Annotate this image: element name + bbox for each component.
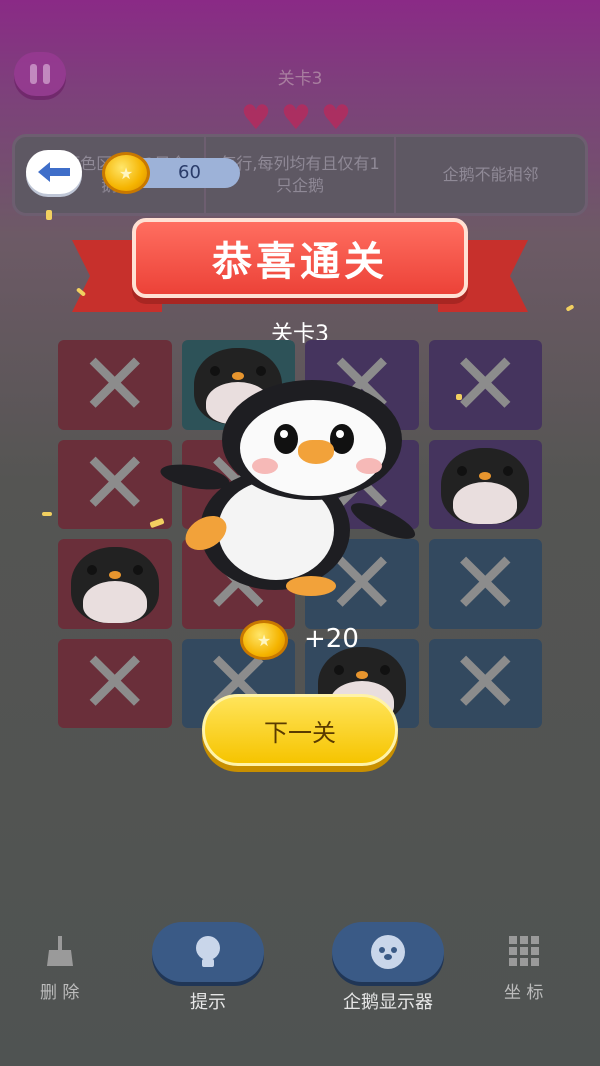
cross-mark-icon: ✕ — [78, 340, 151, 430]
reward-amount: +20 — [304, 624, 359, 654]
confetti — [456, 394, 462, 400]
cross-mark-icon: ✕ — [449, 638, 522, 728]
celebrating-penguin-image — [158, 380, 430, 600]
grid-cell[interactable]: ✕ — [58, 340, 172, 430]
broom-icon — [46, 936, 73, 966]
confetti — [42, 512, 52, 516]
back-button[interactable] — [26, 150, 82, 194]
grid-cell[interactable]: ✕ — [58, 439, 172, 529]
coin-icon: ★ — [102, 152, 150, 194]
confetti — [565, 304, 575, 312]
grid-cell[interactable] — [428, 439, 542, 529]
lives-hearts: ♥ ♥ ♥ — [240, 98, 352, 138]
penguin-display-label: 企鹅显示器 — [343, 992, 433, 1013]
grid-cell[interactable]: ✕ — [428, 340, 542, 430]
level-title: 关卡3 — [277, 69, 323, 89]
back-arrow-icon — [38, 162, 70, 182]
grid-icon — [508, 936, 539, 966]
penguin-display-tool[interactable]: 企鹅显示器 — [332, 922, 444, 1014]
cross-mark-icon: ✕ — [78, 439, 151, 529]
heart-icon: ♥ — [240, 98, 272, 138]
delete-tool[interactable]: 删 除 — [40, 934, 79, 1003]
penguin-face-icon — [371, 935, 405, 969]
grid-cell[interactable] — [58, 539, 172, 629]
grid-cell[interactable]: ✕ — [428, 638, 542, 728]
grid-cell[interactable]: ✕ — [428, 539, 542, 629]
rules-panel: 每个颜色区域有1只企鹅 每行,每列均有且仅有1只企鹅 企鹅不能相邻 — [12, 134, 588, 216]
hint-label: 提示 — [190, 992, 226, 1013]
grid-cell[interactable]: ✕ — [58, 638, 172, 728]
cross-mark-icon: ✕ — [449, 539, 522, 629]
heart-icon: ♥ — [280, 98, 312, 138]
delete-label: 删 除 — [40, 983, 80, 1003]
cross-mark-icon: ✕ — [78, 638, 151, 728]
hint-tool[interactable]: 提示 — [152, 922, 264, 1014]
penguin-icon — [70, 547, 159, 623]
reward-coin-icon: ★ — [240, 620, 288, 660]
win-banner: 恭喜通关 — [72, 218, 528, 318]
penguin-icon — [441, 447, 530, 524]
coordinates-tool[interactable]: 坐 标 — [504, 934, 543, 1003]
confetti — [46, 210, 52, 220]
heart-icon: ♥ — [320, 98, 352, 138]
coordinates-label: 坐 标 — [504, 983, 544, 1003]
next-level-button[interactable]: 下一关 — [202, 694, 398, 766]
coin-amount: 60 — [178, 162, 201, 183]
rule-not-adjacent: 企鹅不能相邻 — [442, 165, 539, 184]
banner-title: 恭喜通关 — [132, 218, 468, 298]
lightbulb-icon — [196, 936, 220, 967]
cross-mark-icon: ✕ — [449, 340, 522, 430]
